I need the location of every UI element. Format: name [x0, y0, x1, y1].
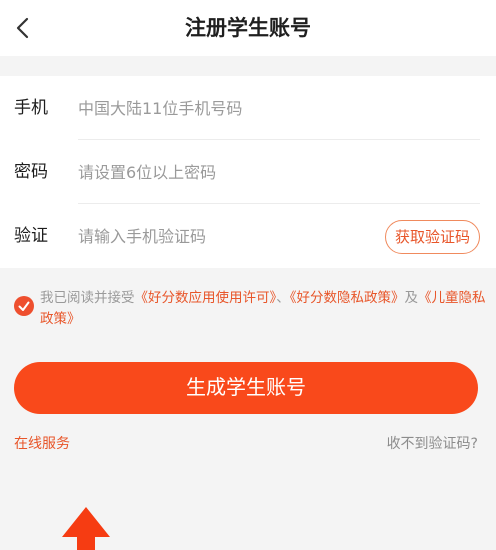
agreement-separator: 、 — [276, 290, 290, 306]
verify-label: 验证 — [14, 226, 48, 246]
agreement-prefix: 我已阅读并接受 — [40, 290, 135, 306]
pointer-arrow-icon — [62, 507, 110, 550]
privacy-policy-link[interactable]: 《好分数隐私政策》 — [290, 290, 405, 306]
phone-label: 手机 — [14, 98, 48, 118]
top-bar: 注册学生账号 — [0, 0, 496, 56]
create-account-button[interactable]: 生成学生账号 — [14, 362, 478, 414]
verify-code-input[interactable] — [78, 218, 348, 254]
no-code-link[interactable]: 收不到验证码? — [387, 433, 478, 453]
phone-row: 手机 — [0, 76, 496, 140]
license-link[interactable]: 《好分数应用使用许可》 — [135, 290, 277, 306]
agreement-conjunction: 及 — [404, 290, 419, 306]
agreement-text: 我已阅读并接受《好分数应用使用许可》、《好分数隐私政策》及《儿童隐私政策》 — [40, 288, 486, 330]
password-input[interactable] — [78, 154, 358, 190]
phone-input[interactable] — [78, 90, 358, 126]
password-label: 密码 — [14, 162, 48, 182]
page-title: 注册学生账号 — [185, 16, 311, 40]
checkmark-icon — [18, 301, 30, 311]
register-form: 手机 密码 验证 获取验证码 — [0, 76, 496, 268]
get-code-button[interactable]: 获取验证码 — [384, 220, 480, 254]
online-service-link[interactable]: 在线服务 — [14, 433, 70, 453]
password-row: 密码 — [0, 140, 496, 204]
agree-checkbox[interactable] — [14, 296, 34, 316]
verify-row: 验证 获取验证码 — [0, 204, 496, 268]
